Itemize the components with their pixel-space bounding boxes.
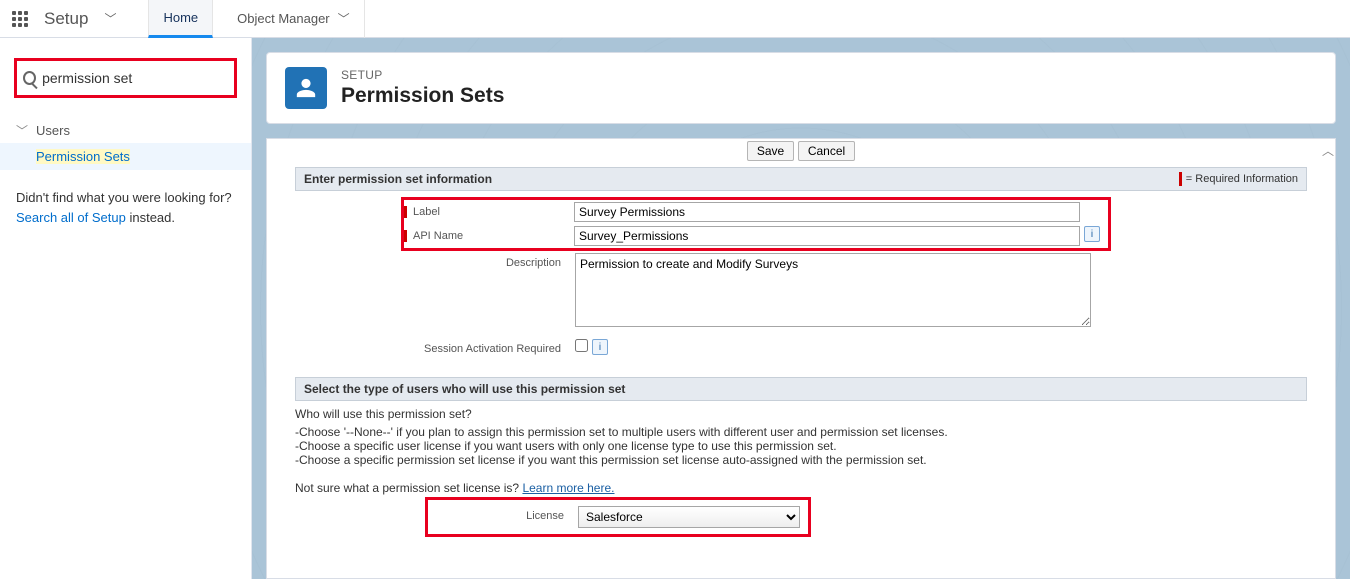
chevron-down-icon: ﹀ [16, 122, 28, 139]
quick-find-no-more: Didn't find what you were looking for? S… [0, 170, 251, 245]
app-launcher-icon[interactable] [10, 9, 30, 29]
setup-tree-sidebar: ﹀ Users Permission Sets Didn't find what… [0, 38, 252, 579]
label-input[interactable] [574, 202, 1080, 222]
section-header-usertype: Select the type of users who will use th… [295, 377, 1307, 401]
tab-home[interactable]: Home [148, 0, 213, 38]
info-icon[interactable]: i [1084, 226, 1100, 242]
section-header-info: Enter permission set information = Requi… [295, 167, 1307, 191]
tree-node-users[interactable]: ﹀ Users [0, 118, 251, 143]
page-header-card: SETUP Permission Sets [266, 52, 1336, 124]
help-line: -Choose a specific user license if you w… [295, 439, 1307, 453]
field-label-session-activation: Session Activation Required [295, 339, 575, 355]
description-input[interactable]: Permission to create and Modify Surveys [575, 253, 1091, 327]
setup-app-label: Setup [44, 9, 88, 29]
highlight-label-apiname: Label API Name i [401, 197, 1111, 251]
quick-find-input[interactable] [42, 70, 228, 86]
help-question: Who will use this permission set? [295, 407, 1307, 421]
page-title: Permission Sets [341, 84, 504, 108]
scroll-up-arrow[interactable]: ︿ [1321, 142, 1335, 156]
tree-item-permission-sets[interactable]: Permission Sets [0, 143, 251, 170]
api-name-input[interactable] [574, 226, 1080, 246]
search-icon [23, 71, 36, 85]
breadcrumb: SETUP [341, 68, 504, 82]
highlight-license: License Salesforce [425, 497, 811, 537]
field-label-license: License [428, 506, 578, 522]
tab-object-manager[interactable]: Object Manager﹀ [223, 0, 365, 38]
help-line: -Choose a specific permission set licens… [295, 453, 1307, 467]
session-activation-checkbox[interactable] [575, 339, 588, 352]
field-label-apiname: API Name [404, 226, 574, 242]
info-icon[interactable]: i [592, 339, 608, 355]
search-all-setup-link[interactable]: Search all of Setup [16, 210, 126, 225]
permission-sets-icon [285, 67, 327, 109]
license-select[interactable]: Salesforce [578, 506, 800, 528]
save-button[interactable]: Save [747, 141, 794, 161]
field-label-description: Description [295, 253, 575, 269]
help-line: -Choose '--None--' if you plan to assign… [295, 425, 1307, 439]
cancel-button[interactable]: Cancel [798, 141, 855, 161]
chevron-down-icon: ﹀ [338, 10, 350, 27]
chevron-down-icon[interactable]: ﹀ [104, 10, 116, 27]
help-notsure: Not sure what a permission set license i… [295, 481, 522, 495]
learn-more-link[interactable]: Learn more here. [522, 481, 614, 495]
quick-find-highlight [14, 58, 237, 98]
field-label-label: Label [404, 202, 574, 218]
